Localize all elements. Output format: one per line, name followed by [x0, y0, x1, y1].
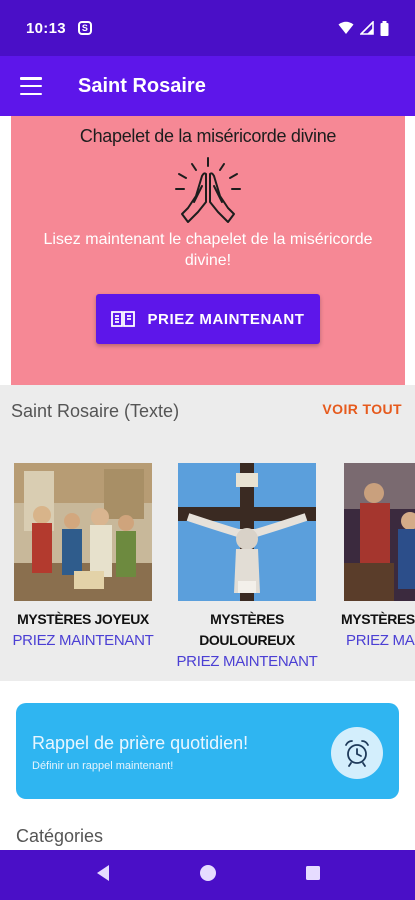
- reminder-title: Rappel de prière quotidien!: [32, 733, 249, 753]
- mystery-card-joyful[interactable]: MYSTÈRES JOYEUX PRIEZ MAINTENANT: [3, 463, 163, 651]
- back-icon[interactable]: [95, 864, 111, 887]
- battery-icon: [380, 20, 389, 36]
- glorious-mysteries-image: [344, 463, 415, 601]
- open-book-icon: [111, 311, 136, 327]
- app-title: Saint Rosaire: [78, 74, 206, 97]
- status-bar: 10:13 S: [0, 0, 415, 56]
- praying-hands-icon: [175, 157, 241, 223]
- mystery-title: MYSTÈRES JOYEUX: [17, 611, 149, 627]
- mystery-pray-link[interactable]: PRIEZ MAI: [346, 630, 415, 651]
- recents-icon[interactable]: [305, 865, 321, 886]
- mysteries-carousel[interactable]: MYSTÈRES JOYEUX PRIEZ MAINTENANT MYSTÈRE…: [0, 385, 415, 681]
- signal-icon: [360, 21, 374, 35]
- mystery-card-glorious[interactable]: MYSTÈRES PRIEZ MAI: [333, 463, 415, 651]
- home-icon[interactable]: [199, 864, 217, 887]
- joyful-mysteries-image: [14, 463, 152, 601]
- mystery-title: MYSTÈRES: [341, 611, 415, 627]
- promo-subtitle: Lisez maintenant le chapelet de la misér…: [43, 231, 373, 269]
- pray-now-button[interactable]: PRIEZ MAINTENANT: [96, 294, 320, 344]
- daily-reminder-card[interactable]: Rappel de prière quotidien! Définir un r…: [16, 703, 399, 799]
- main-content[interactable]: Chapelet de la miséricorde divine Lisez …: [0, 116, 415, 850]
- alarm-clock-icon[interactable]: [331, 727, 383, 779]
- app-bar: Saint Rosaire: [0, 56, 415, 116]
- mystery-title: MYSTÈRES DOULOUREUX: [199, 611, 295, 648]
- mystery-card-sorrowful[interactable]: MYSTÈRES DOULOUREUX PRIEZ MAINTENANT: [167, 463, 327, 672]
- sim-icon: S: [77, 21, 92, 35]
- promo-title: Chapelet de la miséricorde divine: [79, 126, 337, 146]
- mystery-pray-link[interactable]: PRIEZ MAINTENANT: [3, 630, 163, 651]
- status-time: 10:13: [26, 19, 66, 37]
- mystery-pray-link[interactable]: PRIEZ MAINTENANT: [167, 651, 327, 672]
- status-icons: [338, 20, 389, 36]
- reminder-subtitle: Définir un rappel maintenant!: [32, 760, 174, 772]
- system-nav-bar: [0, 850, 415, 900]
- pray-now-label: PRIEZ MAINTENANT: [147, 310, 305, 328]
- wifi-icon: [338, 21, 354, 34]
- hamburger-menu-icon[interactable]: [20, 77, 42, 95]
- categories-title: Catégories: [16, 826, 104, 846]
- rosary-section: Saint Rosaire (Texte) VOIR TOUT MYSTÈRES…: [0, 385, 415, 681]
- sorrowful-mysteries-image: [178, 463, 316, 601]
